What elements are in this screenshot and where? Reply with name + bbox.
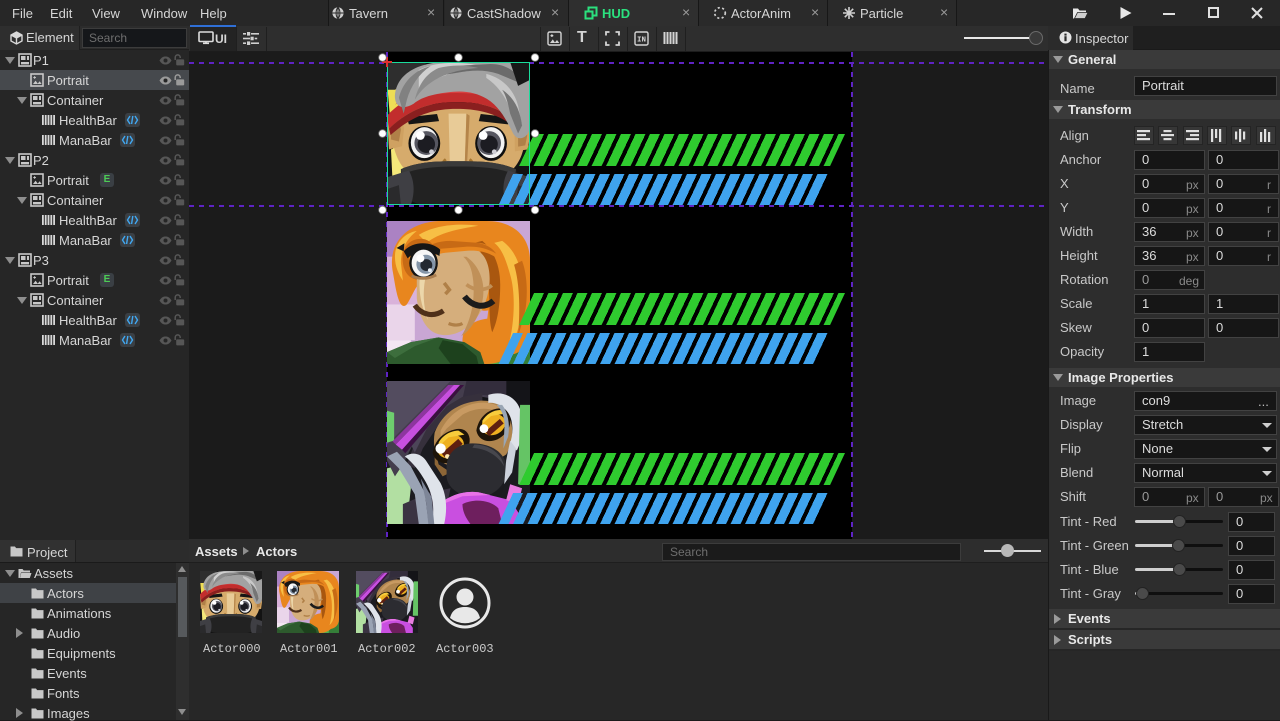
svg-text:IN: IN bbox=[637, 37, 646, 45]
